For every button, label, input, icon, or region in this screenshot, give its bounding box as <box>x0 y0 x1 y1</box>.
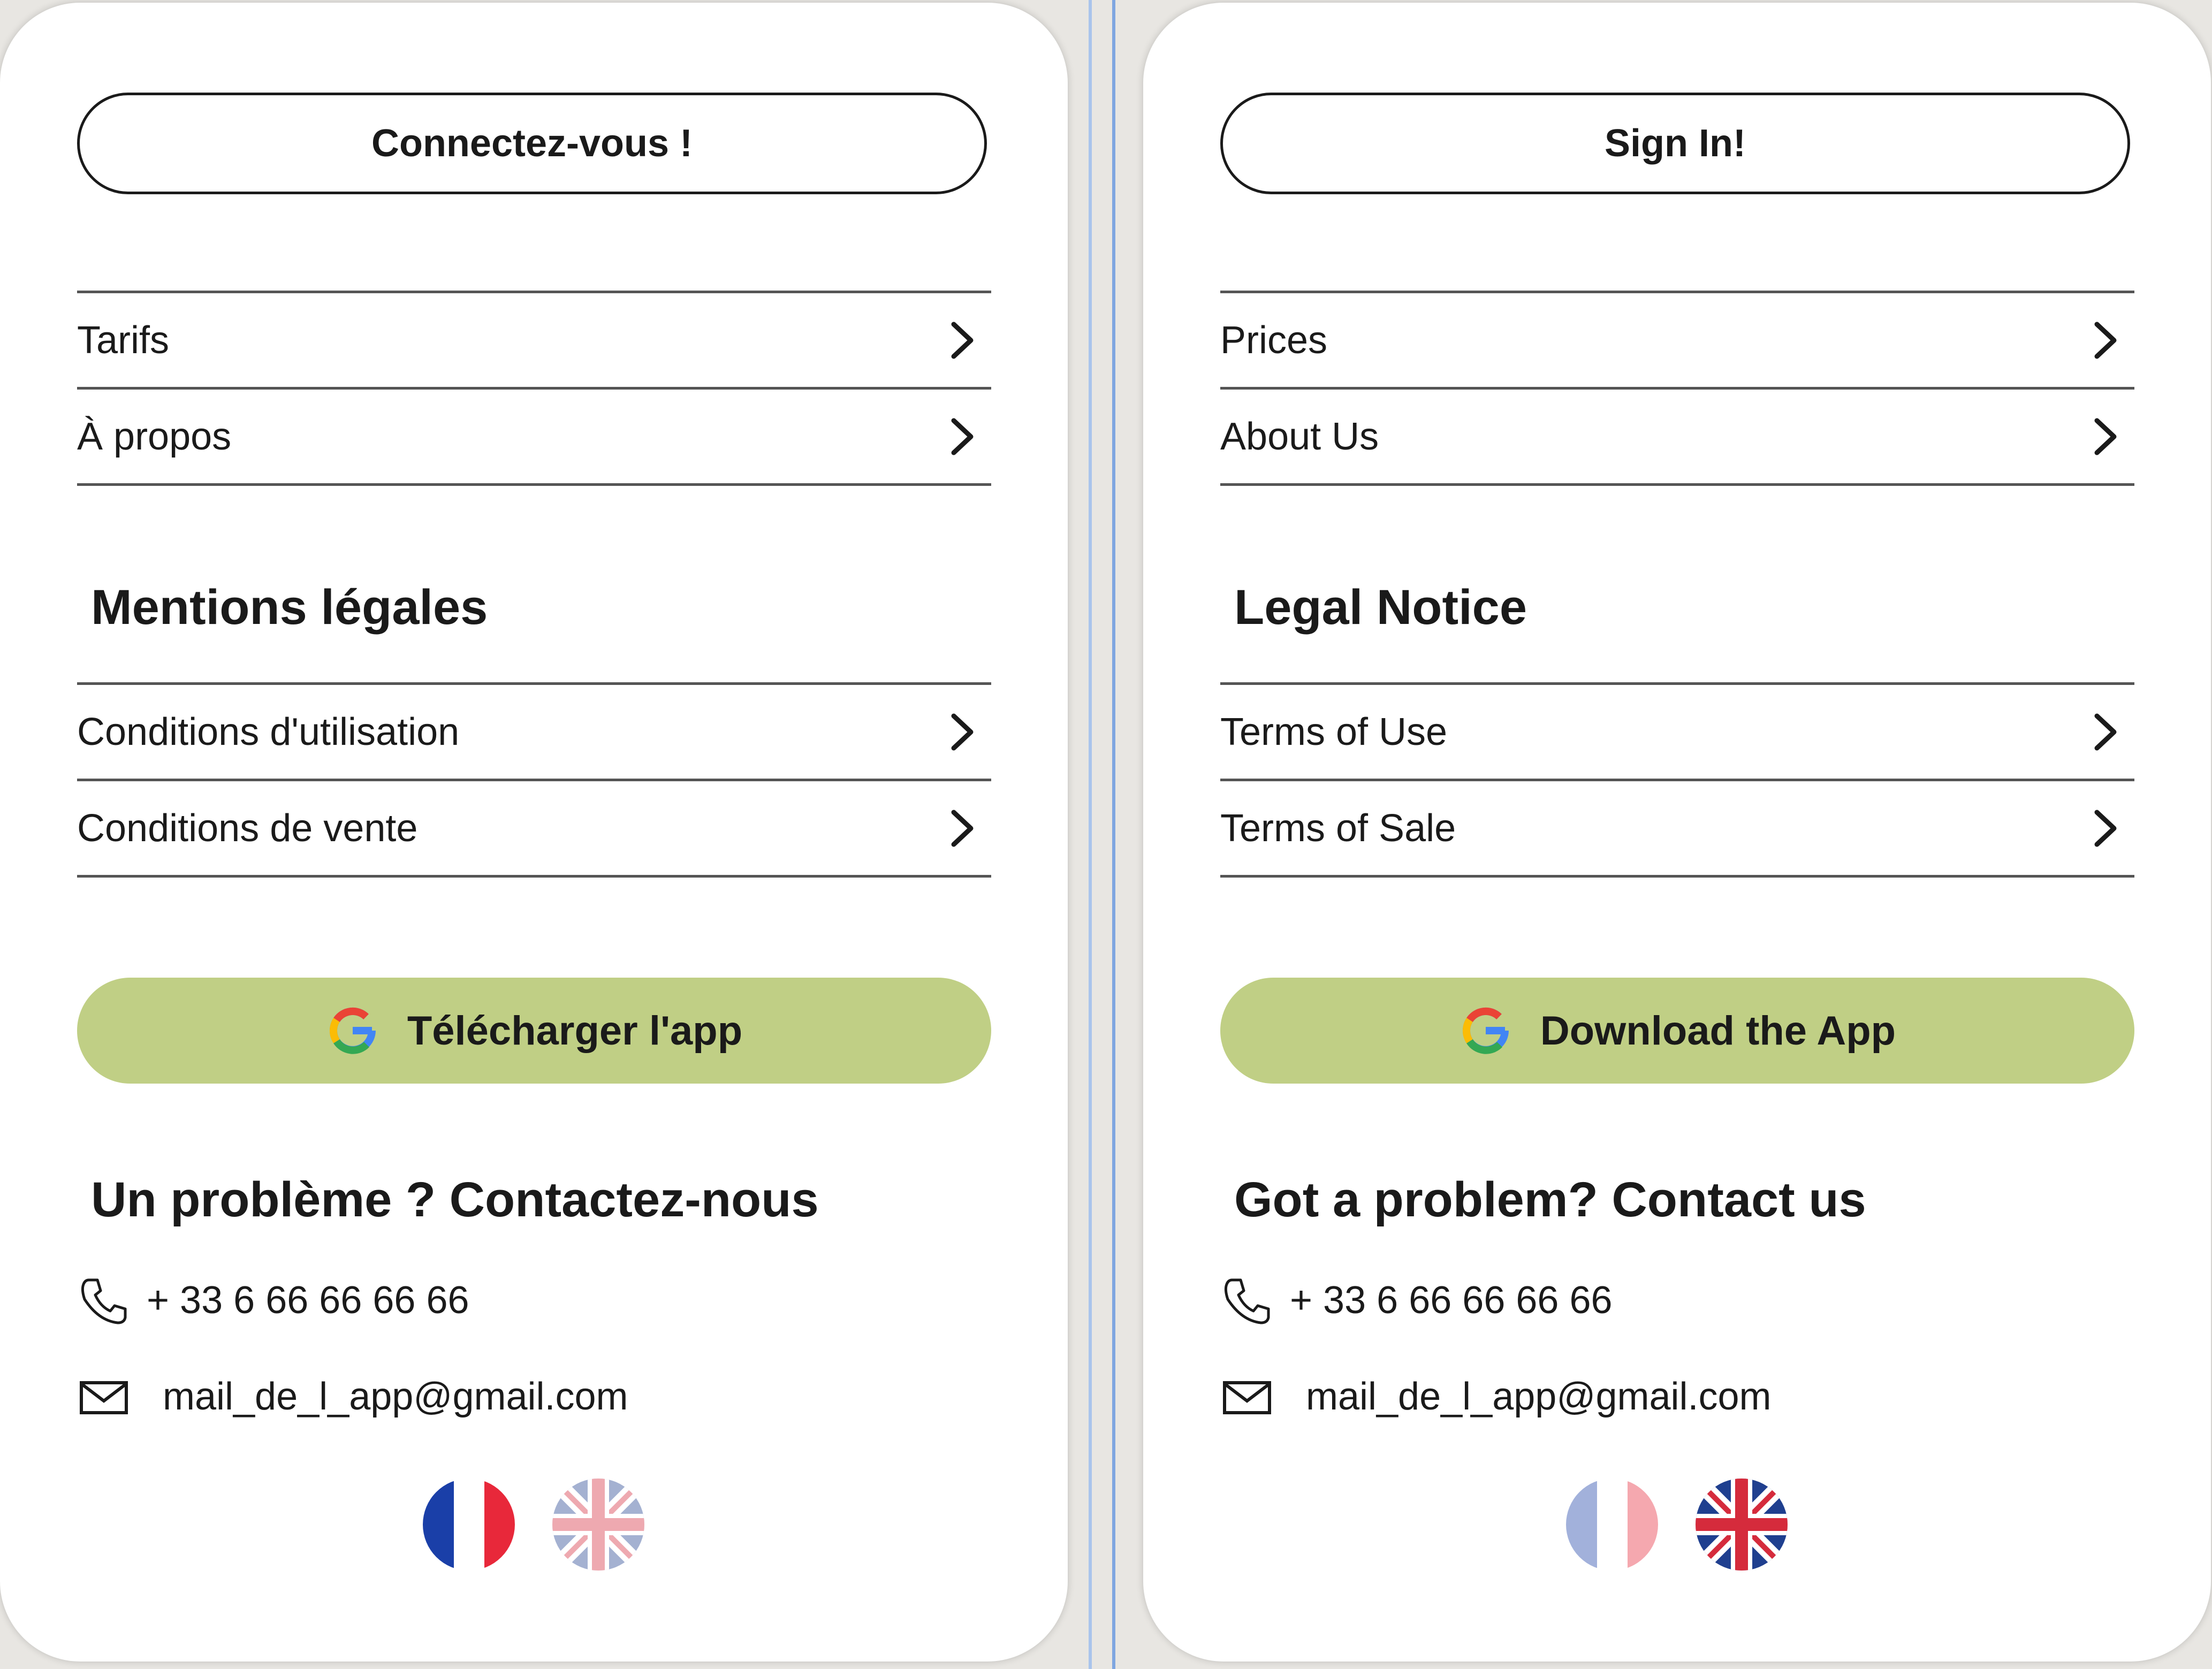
menu-item-about[interactable]: About Us <box>1220 387 2134 486</box>
panel-divider <box>1112 0 1115 1669</box>
language-switcher <box>1566 1479 1825 1571</box>
menu-item-label: Prices <box>1220 318 1328 362</box>
menu-item-label: Conditions d'utilisation <box>77 710 460 753</box>
menu-item-label: Conditions de vente <box>77 806 418 850</box>
panel-divider <box>1089 0 1092 1669</box>
main-menu: Prices About Us <box>1220 291 2134 486</box>
menu-item-terms-of-sale[interactable]: Terms of Sale <box>1220 779 2134 878</box>
menu-panel-english: Sign In! Prices About Us Legal Notice Te… <box>1143 3 2211 1662</box>
chevron-right-icon <box>951 322 974 359</box>
menu-item-prices[interactable]: Prices <box>1220 291 2134 387</box>
chevron-right-icon <box>2094 322 2117 359</box>
legal-menu: Terms of Use Terms of Sale <box>1220 682 2134 878</box>
contact-section-title: Got a problem? Contact us <box>1234 1172 1866 1227</box>
legal-menu: Conditions d'utilisation Conditions de v… <box>77 682 991 878</box>
phone-contact[interactable]: + 33 6 66 66 66 66 <box>77 1274 469 1327</box>
mail-icon <box>1223 1381 1271 1414</box>
mail-icon <box>80 1381 128 1414</box>
menu-panel-french: Connectez-vous ! Tarifs À propos Mention… <box>0 3 1068 1662</box>
legal-section-title: Mentions légales <box>91 580 488 635</box>
menu-item-label: About Us <box>1220 415 1379 458</box>
phone-icon <box>1224 1278 1270 1324</box>
menu-item-label: Terms of Sale <box>1220 806 1456 850</box>
chevron-right-icon <box>951 418 974 455</box>
chevron-right-icon <box>951 810 974 847</box>
chevron-right-icon <box>951 713 974 750</box>
phone-contact[interactable]: + 33 6 66 66 66 66 <box>1220 1274 1613 1327</box>
google-icon <box>329 1007 376 1054</box>
chevron-right-icon <box>2094 713 2117 750</box>
menu-item-terms-of-use[interactable]: Terms of Use <box>1220 682 2134 779</box>
menu-item-about[interactable]: À propos <box>77 387 991 486</box>
phone-number: + 33 6 66 66 66 66 <box>147 1279 469 1322</box>
french-flag-icon[interactable] <box>1566 1479 1658 1571</box>
menu-item-label: Terms of Use <box>1220 710 1448 753</box>
menu-item-label: Tarifs <box>77 318 170 362</box>
phone-icon <box>81 1278 127 1324</box>
download-button-label: Télécharger l'app <box>407 1008 743 1054</box>
uk-flag-icon[interactable] <box>1696 1479 1788 1571</box>
chevron-right-icon <box>2094 418 2117 455</box>
legal-section-title: Legal Notice <box>1234 580 1527 635</box>
signin-button[interactable]: Sign In! <box>1220 93 2130 194</box>
download-button-label: Download the App <box>1540 1008 1896 1054</box>
email-address: mail_de_l_app@gmail.com <box>163 1375 628 1418</box>
menu-item-prices[interactable]: Tarifs <box>77 291 991 387</box>
download-app-button[interactable]: Télécharger l'app <box>77 978 991 1084</box>
download-app-button[interactable]: Download the App <box>1220 978 2134 1084</box>
signin-button[interactable]: Connectez-vous ! <box>77 93 987 194</box>
email-address: mail_de_l_app@gmail.com <box>1306 1375 1772 1418</box>
menu-item-terms-of-sale[interactable]: Conditions de vente <box>77 779 991 878</box>
google-icon <box>1462 1007 1509 1054</box>
uk-flag-icon[interactable] <box>552 1479 644 1571</box>
main-menu: Tarifs À propos <box>77 291 991 486</box>
chevron-right-icon <box>2094 810 2117 847</box>
menu-item-label: À propos <box>77 415 232 458</box>
email-contact[interactable]: mail_de_l_app@gmail.com <box>77 1370 628 1423</box>
comparison-frame: Connectez-vous ! Tarifs À propos Mention… <box>0 0 2212 1669</box>
language-switcher <box>423 1479 682 1571</box>
contact-section-title: Un problème ? Contactez-nous <box>91 1172 819 1227</box>
phone-number: + 33 6 66 66 66 66 <box>1290 1279 1613 1322</box>
menu-item-terms-of-use[interactable]: Conditions d'utilisation <box>77 682 991 779</box>
email-contact[interactable]: mail_de_l_app@gmail.com <box>1220 1370 1772 1423</box>
french-flag-icon[interactable] <box>423 1479 515 1571</box>
